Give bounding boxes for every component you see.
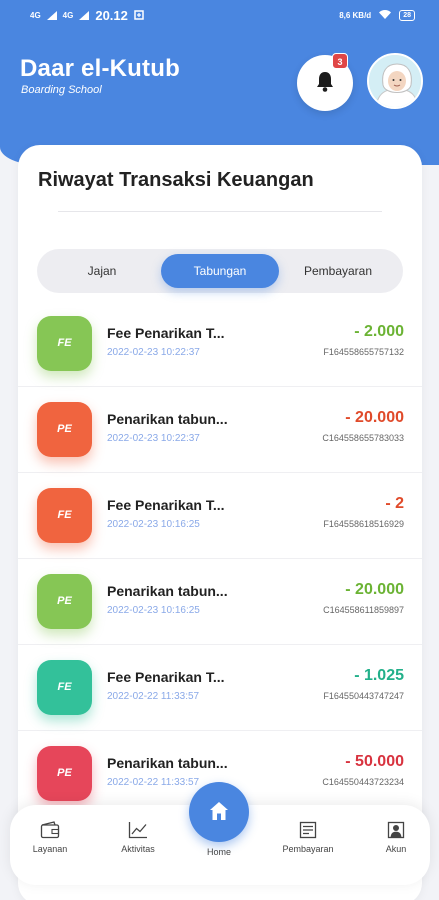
transaction-amount: - 2 xyxy=(385,495,404,512)
transaction-title: Fee Penarikan T... xyxy=(107,325,225,341)
tab-pembayaran[interactable]: Pembayaran xyxy=(279,254,397,288)
transaction-code: C164558655783033 xyxy=(322,433,404,443)
transaction-date: 2022-02-23 10:16:25 xyxy=(107,605,200,616)
bell-icon xyxy=(317,72,333,92)
account-icon xyxy=(387,821,405,839)
nav-label-akun: Akun xyxy=(385,844,407,854)
transaction-date: 2022-02-23 10:22:37 xyxy=(107,433,200,444)
transaction-date: 2022-02-22 11:33:57 xyxy=(107,691,200,702)
avatar[interactable] xyxy=(367,53,423,109)
receipt-icon xyxy=(299,821,317,839)
transaction-type-tabs: Jajan Tabungan Pembayaran xyxy=(37,249,403,293)
transaction-row[interactable]: FE Fee Penarikan T... 2022-02-23 10:16:2… xyxy=(18,473,422,559)
tab-tabungan[interactable]: Tabungan xyxy=(161,254,279,288)
tab-jajan[interactable]: Jajan xyxy=(43,254,161,288)
transaction-title: Penarikan tabun... xyxy=(107,583,228,599)
transaction-title: Fee Penarikan T... xyxy=(107,497,225,513)
signal-2-text: 4G xyxy=(62,11,74,20)
status-bar: 4G 4G 20.12 8,6 KB/d 28 xyxy=(0,0,439,33)
notification-button[interactable]: 3 xyxy=(297,53,353,111)
avatar-image xyxy=(369,55,421,107)
transaction-date: 2022-02-23 10:16:25 xyxy=(107,519,200,530)
transaction-badge: FE xyxy=(37,316,92,371)
chart-icon xyxy=(128,822,147,839)
network-speed: 8,6 KB/d xyxy=(339,11,372,20)
transaction-code: C164550443723234 xyxy=(322,777,404,787)
nav-aktivitas[interactable]: Aktivitas xyxy=(98,821,178,854)
signal-1-text: 4G xyxy=(30,11,41,20)
transaction-list: FE Fee Penarikan T... 2022-02-23 10:22:3… xyxy=(18,301,422,817)
transaction-title: Penarikan tabun... xyxy=(107,755,228,771)
transaction-title: Penarikan tabun... xyxy=(107,411,228,427)
transaction-row[interactable]: FE Fee Penarikan T... 2022-02-23 10:22:3… xyxy=(18,301,422,387)
signal-1-icon xyxy=(46,8,57,23)
notification-badge: 3 xyxy=(332,53,348,69)
home-button[interactable] xyxy=(189,782,249,842)
signal-2-icon xyxy=(79,8,90,23)
wallet-icon xyxy=(40,821,60,839)
transaction-title: Fee Penarikan T... xyxy=(107,669,225,685)
transaction-row[interactable]: PE Penarikan tabun... 2022-02-23 10:22:3… xyxy=(18,387,422,473)
transaction-badge: PE xyxy=(37,746,92,801)
transaction-code: F164558655757132 xyxy=(323,347,404,357)
wifi-icon xyxy=(379,10,392,21)
transaction-code: F164558618516929 xyxy=(323,519,404,529)
transaction-amount: - 2.000 xyxy=(354,323,404,340)
nav-pembayaran[interactable]: Pembayaran xyxy=(268,821,348,854)
transaction-row[interactable]: FE Fee Penarikan T... 2022-02-22 11:33:5… xyxy=(18,645,422,731)
nav-label-layanan: Layanan xyxy=(32,844,68,854)
battery-icon: 28 xyxy=(399,10,415,21)
nav-label-aktivitas: Aktivitas xyxy=(121,844,155,854)
transaction-date: 2022-02-22 11:33:57 xyxy=(107,777,200,788)
transaction-code: C164558611859897 xyxy=(323,605,404,615)
transaction-badge: FE xyxy=(37,488,92,543)
transaction-badge: PE xyxy=(37,402,92,457)
transaction-row[interactable]: PE Penarikan tabun... 2022-02-23 10:16:2… xyxy=(18,559,422,645)
app-subtitle: Boarding School xyxy=(21,84,102,96)
transaction-amount: - 20.000 xyxy=(345,581,404,598)
divider xyxy=(58,211,382,212)
transaction-badge: PE xyxy=(37,574,92,629)
transaction-code: F164550443747247 xyxy=(323,691,404,701)
transaction-amount: - 1.025 xyxy=(354,667,404,684)
nav-label-home: Home xyxy=(206,847,231,857)
status-time: 20.12 xyxy=(95,8,128,23)
nav-layanan[interactable]: Layanan xyxy=(10,821,90,854)
nav-label-pembayaran: Pembayaran xyxy=(282,844,334,854)
transaction-date: 2022-02-23 10:22:37 xyxy=(107,347,200,358)
app-title: Daar el-Kutub xyxy=(20,55,180,82)
notification-status-icon xyxy=(134,8,144,23)
transaction-badge: FE xyxy=(37,660,92,715)
home-icon xyxy=(210,802,228,820)
transaction-amount: - 20.000 xyxy=(345,409,404,426)
bottom-nav: Layanan Aktivitas Home Pembayaran Akun xyxy=(10,782,430,885)
transaction-amount: - 50.000 xyxy=(345,753,404,770)
page-title: Riwayat Transaksi Keuangan xyxy=(38,169,314,191)
nav-akun[interactable]: Akun xyxy=(356,821,436,854)
